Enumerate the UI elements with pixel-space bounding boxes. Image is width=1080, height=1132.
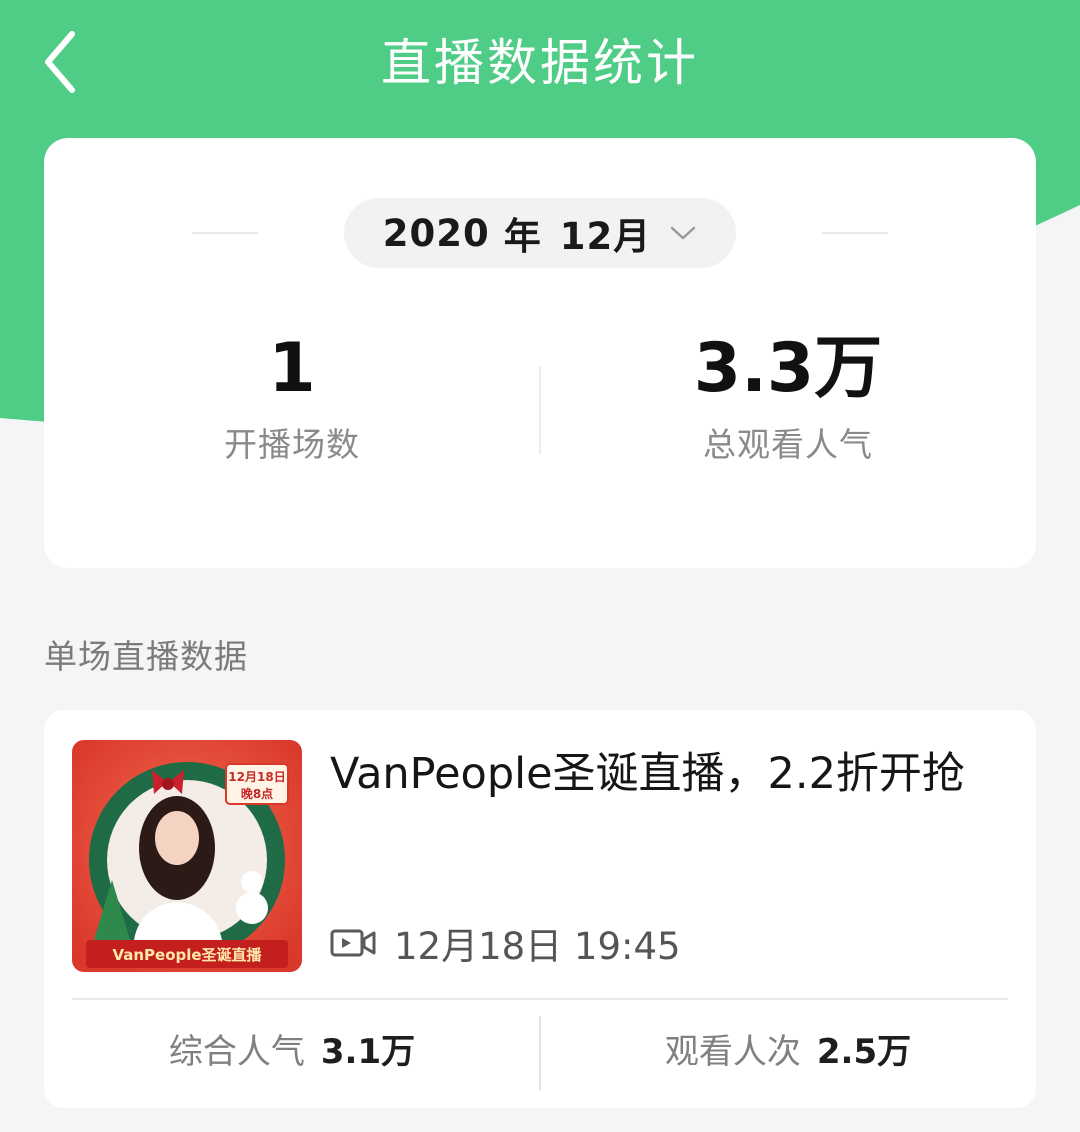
session-cover-image[interactable]: 12月18日 晚8点 VanPeople圣诞直播 (72, 740, 302, 972)
year-unit: 年 (503, 215, 542, 258)
session-time-text: 12月18日 19:45 (394, 925, 681, 968)
stat-broadcast-count: 1 开播场数 (44, 326, 540, 466)
metric-value: 2.5万 (816, 1032, 912, 1072)
metric-label: 综合人气 (168, 1032, 305, 1072)
decorative-line-left (192, 232, 258, 234)
session-divider (72, 998, 1008, 1000)
metric-view-count: 观看人次 2.5万 (540, 1024, 1036, 1073)
stat-value: 3.3万 (693, 329, 883, 408)
metric-label: 观看人次 (664, 1032, 801, 1072)
video-camera-icon (330, 929, 376, 957)
session-title[interactable]: VanPeople圣诞直播，2.2折开抢 (330, 746, 1006, 802)
month-selector[interactable]: 2020 年 12月 (344, 198, 736, 268)
stat-label: 总观看人气 (703, 425, 873, 464)
session-time: 12月18日 19:45 (330, 916, 681, 970)
metric-value: 3.1万 (320, 1032, 416, 1072)
decorative-line-right (822, 232, 888, 234)
selected-year: 2020 (382, 211, 490, 255)
cover-banner-text: VanPeople圣诞直播 (112, 946, 262, 964)
session-card[interactable]: 12月18日 晚8点 VanPeople圣诞直播 VanPeople圣诞直播，2… (44, 710, 1036, 1108)
chevron-down-icon (670, 226, 696, 240)
selected-month: 12月 (559, 215, 652, 258)
metric-overall-popularity: 综合人气 3.1万 (44, 1024, 540, 1073)
stat-total-popularity: 3.3万 总观看人气 (540, 326, 1036, 466)
stat-value: 1 (268, 329, 316, 408)
cover-date-badge: 12月18日 (228, 770, 285, 784)
stat-label: 开播场数 (224, 425, 360, 464)
section-title: 单场直播数据 (44, 637, 248, 676)
top-bar: 直播数据统计 (0, 0, 1080, 130)
cover-time-badge: 晚8点 (241, 786, 273, 801)
summary-card: 2020 年 12月 1 开播场数 3.3万 总观看人气 (44, 138, 1036, 568)
cover-illustration: 12月18日 晚8点 VanPeople圣诞直播 (72, 740, 302, 972)
page-title: 直播数据统计 (381, 34, 699, 92)
